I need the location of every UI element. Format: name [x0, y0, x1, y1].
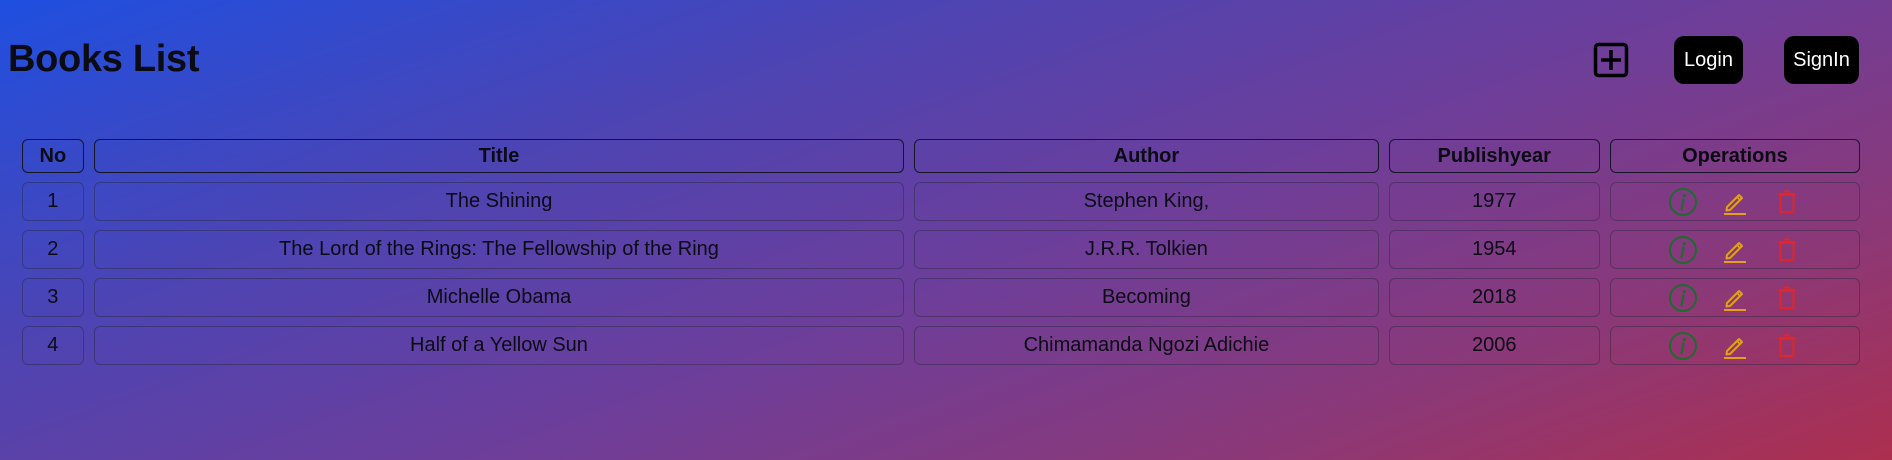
add-book-button[interactable] [1593, 42, 1629, 78]
column-header-title: Title [93, 139, 905, 173]
cell-operations [1609, 230, 1860, 269]
column-header-operations: Operations [1609, 139, 1860, 173]
pencil-icon[interactable] [1720, 187, 1750, 217]
table-row: 4 Half of a Yellow Sun Chimamanda Ngozi … [22, 326, 1860, 365]
row-operations [1611, 187, 1859, 217]
table-header-row: No Title Author Publishyear Operations [22, 139, 1860, 173]
table-row: 2 The Lord of the Rings: The Fellowship … [22, 230, 1860, 269]
books-table: No Title Author Publishyear Operations 1… [12, 130, 1870, 374]
pencil-icon[interactable] [1720, 235, 1750, 265]
cell-operations [1609, 326, 1860, 365]
row-operations [1611, 283, 1859, 313]
trash-icon[interactable] [1772, 331, 1802, 361]
cell-title: Michelle Obama [93, 278, 905, 317]
cell-no: 4 [22, 326, 84, 365]
cell-author: J.R.R. Tolkien [914, 230, 1379, 269]
pencil-icon[interactable] [1720, 331, 1750, 361]
cell-title: Half of a Yellow Sun [93, 326, 905, 365]
column-header-author: Author [914, 139, 1379, 173]
column-header-no: No [22, 139, 84, 173]
cell-year: 1954 [1388, 230, 1600, 269]
column-header-publishyear: Publishyear [1388, 139, 1600, 173]
cell-author: Becoming [914, 278, 1379, 317]
cell-operations [1609, 182, 1860, 221]
page-title: Books List [8, 38, 200, 80]
row-operations [1611, 235, 1859, 265]
cell-year: 2018 [1388, 278, 1600, 317]
cell-year: 2006 [1388, 326, 1600, 365]
cell-no: 1 [22, 182, 84, 221]
trash-icon[interactable] [1772, 235, 1802, 265]
info-circle-icon[interactable] [1668, 235, 1698, 265]
trash-icon[interactable] [1772, 187, 1802, 217]
pencil-icon[interactable] [1720, 283, 1750, 313]
cell-title: The Lord of the Rings: The Fellowship of… [93, 230, 905, 269]
cell-title: The Shining [93, 182, 905, 221]
table-row: 1 The Shining Stephen King, 1977 [22, 182, 1860, 221]
cell-year: 1977 [1388, 182, 1600, 221]
cell-operations [1609, 278, 1860, 317]
signin-button[interactable]: SignIn [1784, 36, 1859, 84]
cell-author: Stephen King, [914, 182, 1379, 221]
info-circle-icon[interactable] [1668, 331, 1698, 361]
cell-no: 2 [22, 230, 84, 269]
info-circle-icon[interactable] [1668, 283, 1698, 313]
table-row: 3 Michelle Obama Becoming 2018 [22, 278, 1860, 317]
cell-no: 3 [22, 278, 84, 317]
plus-square-icon [1593, 42, 1629, 78]
info-circle-icon[interactable] [1668, 187, 1698, 217]
row-operations [1611, 331, 1859, 361]
cell-author: Chimamanda Ngozi Adichie [914, 326, 1379, 365]
trash-icon[interactable] [1772, 283, 1802, 313]
header: Books List Login SignIn [0, 0, 1892, 125]
login-button[interactable]: Login [1674, 36, 1743, 84]
